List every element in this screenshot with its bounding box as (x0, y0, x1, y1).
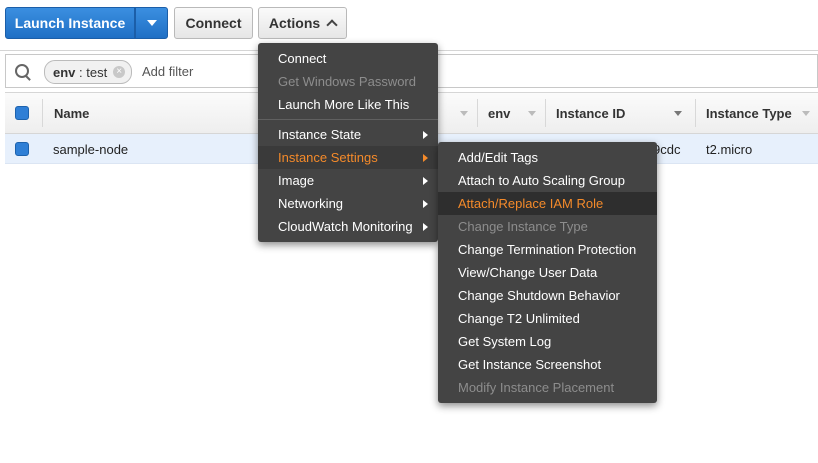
menu-item-cloudwatch-monitoring[interactable]: CloudWatch Monitoring (258, 215, 438, 238)
menu-item-label: Instance Settings (278, 150, 378, 165)
submenu-item-add-edit-tags[interactable]: Add/Edit Tags (438, 146, 657, 169)
menu-item-label: Change Instance Type (458, 219, 588, 234)
column-separator (545, 99, 546, 127)
chevron-right-icon (423, 223, 428, 231)
filter-tag[interactable]: env : test × (44, 60, 133, 84)
launch-instance-button[interactable]: Launch Instance (5, 7, 135, 39)
filter-tag-separator: : (75, 64, 87, 80)
chevron-right-icon (423, 154, 428, 162)
menu-item-label: Modify Instance Placement (458, 380, 615, 395)
actions-button[interactable]: Actions (258, 7, 347, 39)
submenu-item-change-instance-type: Change Instance Type (438, 215, 657, 238)
launch-options-dropdown-button[interactable] (135, 7, 168, 39)
menu-item-label: Change Shutdown Behavior (458, 288, 620, 303)
actions-menu: Connect Get Windows Password Launch More… (258, 43, 438, 242)
menu-item-label: CloudWatch Monitoring (278, 219, 413, 234)
sort-icon (674, 110, 683, 116)
connect-button[interactable]: Connect (174, 7, 253, 39)
menu-item-image[interactable]: Image (258, 169, 438, 192)
menu-item-label: Image (278, 173, 315, 188)
column-header-instance-type-label: Instance Type (706, 105, 792, 121)
menu-item-label: View/Change User Data (458, 265, 598, 280)
connect-label: Connect (185, 15, 242, 31)
column-header-env-label: env (488, 105, 511, 121)
sort-icon (801, 110, 810, 116)
menu-item-networking[interactable]: Networking (258, 192, 438, 215)
menu-item-label: Get Instance Screenshot (458, 357, 602, 372)
menu-item-launch-more-like-this[interactable]: Launch More Like This (258, 93, 438, 116)
cell-instance-type: t2.micro (706, 141, 753, 157)
menu-item-connect[interactable]: Connect (258, 47, 438, 70)
submenu-item-get-system-log[interactable]: Get System Log (438, 330, 657, 353)
row-checkbox[interactable] (15, 142, 29, 156)
menu-divider (258, 119, 438, 120)
menu-item-label: Launch More Like This (278, 97, 410, 112)
chevron-right-icon (423, 200, 428, 208)
sort-icon (528, 110, 537, 116)
filter-tag-value: test (86, 64, 108, 80)
launch-instance-label: Launch Instance (14, 15, 126, 31)
menu-item-label: Connect (278, 51, 327, 66)
chevron-up-icon (326, 19, 338, 31)
menu-item-label: Change T2 Unlimited (458, 311, 580, 326)
column-separator (695, 99, 696, 127)
submenu-item-change-t2-unlimited[interactable]: Change T2 Unlimited (438, 307, 657, 330)
submenu-item-get-instance-screenshot[interactable]: Get Instance Screenshot (438, 353, 657, 376)
column-header-instance-id[interactable]: Instance ID (556, 93, 683, 133)
column-separator (42, 99, 43, 127)
submenu-item-attach-replace-iam-role[interactable]: Attach/Replace IAM Role (438, 192, 657, 215)
cell-name: sample-node (53, 141, 129, 157)
instance-settings-submenu: Add/Edit Tags Attach to Auto Scaling Gro… (438, 142, 657, 403)
column-header-name-sort[interactable] (460, 93, 468, 133)
search-icon (15, 64, 29, 78)
submenu-item-modify-instance-placement: Modify Instance Placement (438, 376, 657, 399)
column-separator (477, 99, 478, 127)
menu-item-instance-state[interactable]: Instance State (258, 123, 438, 146)
column-header-env[interactable]: env (488, 93, 537, 133)
menu-item-label: Get Windows Password (278, 74, 416, 89)
menu-item-label: Instance State (278, 127, 362, 142)
select-all-checkbox[interactable] (15, 106, 29, 120)
filter-tag-key: env (53, 64, 76, 80)
actions-label: Actions (268, 15, 321, 31)
submenu-item-change-shutdown-behavior[interactable]: Change Shutdown Behavior (438, 284, 657, 307)
submenu-item-view-change-user-data[interactable]: View/Change User Data (438, 261, 657, 284)
menu-item-label: Attach to Auto Scaling Group (458, 173, 625, 188)
sort-icon (460, 110, 468, 116)
menu-item-label: Change Termination Protection (458, 242, 637, 257)
chevron-right-icon (423, 131, 428, 139)
chevron-right-icon (423, 177, 428, 185)
menu-item-instance-settings[interactable]: Instance Settings (258, 146, 438, 169)
column-header-name[interactable]: Name (54, 93, 89, 133)
close-icon[interactable]: × (113, 66, 126, 78)
submenu-item-attach-auto-scaling-group[interactable]: Attach to Auto Scaling Group (438, 169, 657, 192)
menu-item-label: Attach/Replace IAM Role (458, 196, 604, 211)
caret-down-icon (146, 20, 157, 26)
column-header-instance-type[interactable]: Instance Type (706, 93, 810, 133)
menu-item-label: Networking (278, 196, 344, 211)
column-header-instance-id-label: Instance ID (556, 105, 626, 121)
submenu-item-change-termination-protection[interactable]: Change Termination Protection (438, 238, 657, 261)
cell-instance-id: 9cdc (653, 141, 681, 157)
menu-item-label: Add/Edit Tags (458, 150, 538, 165)
menu-item-label: Get System Log (458, 334, 552, 349)
column-header-name-label: Name (54, 105, 90, 121)
menu-item-get-windows-password: Get Windows Password (258, 70, 438, 93)
